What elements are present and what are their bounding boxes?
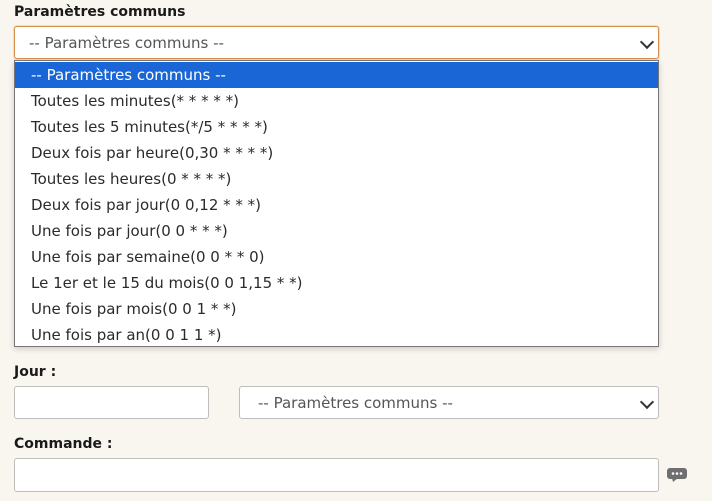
dropdown-option[interactable]: Toutes les heures(0 * * * *) [15, 166, 658, 192]
dropdown-option[interactable]: Toutes les 5 minutes(*/5 * * * *) [15, 114, 658, 140]
day-label: Jour : [14, 364, 57, 380]
common-settings-label: Paramètres communs [14, 4, 186, 20]
chevron-down-icon [639, 34, 655, 49]
dropdown-option[interactable]: Une fois par jour(0 0 * * *) [15, 218, 658, 244]
dropdown-option[interactable]: Deux fois par jour(0 0,12 * * *) [15, 192, 658, 218]
dropdown-option[interactable]: Le 1er et le 15 du mois(0 0 1,15 * *) [15, 270, 658, 296]
dropdown-option[interactable]: Une fois par mois(0 0 1 * *) [15, 296, 658, 322]
dropdown-option[interactable]: Toutes les minutes(* * * * *) [15, 88, 658, 114]
chat-bubble-icon[interactable] [666, 467, 688, 483]
day-input[interactable] [14, 386, 209, 419]
dropdown-option[interactable]: Une fois par an(0 0 1 1 *) [15, 322, 658, 348]
common-settings-select-value: -- Paramètres communs -- [29, 33, 224, 52]
common-settings-select[interactable]: -- Paramètres communs -- [14, 26, 659, 59]
day-settings-select-value: -- Paramètres communs -- [258, 393, 453, 412]
dropdown-option[interactable]: Deux fois par heure(0,30 * * * *) [15, 140, 658, 166]
chevron-down-icon [639, 394, 655, 409]
dropdown-option[interactable]: Une fois par semaine(0 0 * * 0) [15, 244, 658, 270]
command-label: Commande : [14, 436, 113, 452]
command-input[interactable] [14, 458, 659, 492]
dropdown-option[interactable]: -- Paramètres communs -- [15, 62, 658, 88]
common-settings-dropdown[interactable]: -- Paramètres communs -- Toutes les minu… [14, 60, 659, 347]
day-settings-select[interactable]: -- Paramètres communs -- [239, 386, 659, 419]
